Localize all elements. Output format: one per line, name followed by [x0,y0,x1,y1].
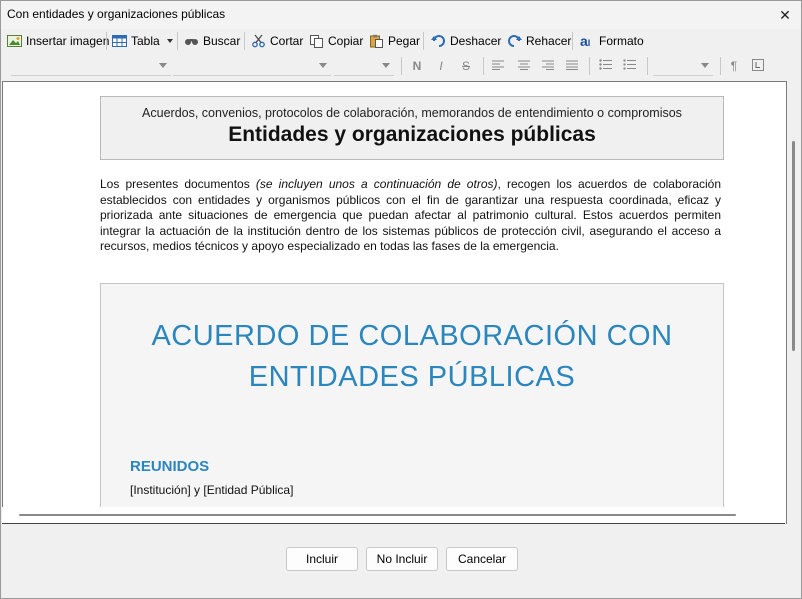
chevron-down-icon [319,63,327,68]
toolbar-separator [177,32,178,50]
intro-text: Los presentes documentos [100,177,256,191]
color-combo[interactable] [653,57,713,76]
toolbar-separator [106,32,107,50]
include-button[interactable]: Incluir [286,547,358,571]
table-label: Tabla [131,34,160,48]
dialog-window: Con entidades y organizaciones públicas … [0,0,802,599]
toolbar-separator [483,57,484,75]
cut-label: Cortar [270,34,304,48]
section-heading: REUNIDOS [130,458,210,475]
bullet-list-button[interactable] [596,57,614,75]
format-toolbar: N I S ¶ [1,54,801,78]
numbered-list-button[interactable] [620,57,638,75]
agreement-document: ACUERDO DE COLABORACIÓN CON ENTIDADES PÚ… [100,283,724,524]
font-style-combo[interactable] [173,57,331,76]
not-include-button[interactable]: No Incluir [366,547,438,571]
chevron-down-icon[interactable] [166,39,173,43]
table-icon [112,34,127,48]
insert-image-label: Insertar imagen [26,34,110,48]
italic-button[interactable]: I [432,57,450,75]
chevron-down-icon [701,63,709,68]
image-icon [7,34,22,48]
window-title: Con entidades y organizaciones públicas [7,7,226,21]
align-center-button[interactable] [515,57,533,75]
font-size-combo[interactable] [334,57,394,76]
binoculars-icon [184,34,199,48]
redo-icon [507,34,522,48]
toolbar-separator [572,32,573,50]
copy-label: Copiar [328,34,364,48]
horizontal-scrollbar[interactable] [2,507,785,524]
insert-image-button[interactable]: Insertar imagen [7,31,109,51]
format-button[interactable]: aI Formato [580,31,644,51]
align-center-icon [518,59,530,73]
align-right-icon [542,59,554,73]
main-toolbar: Insertar imagen Tabla Buscar Cortar Copi… [1,29,801,53]
agreement-title-line: ENTIDADES PÚBLICAS [248,361,576,393]
paste-label: Pegar [388,34,421,48]
undo-button[interactable]: Deshacer [431,31,501,51]
agreement-title-line: ACUERDO DE COLABORACIÓN CON [151,320,673,352]
paste-button[interactable]: Pegar [369,31,420,51]
bullet-list-icon [598,59,612,73]
clipboard-icon [369,34,384,48]
align-left-icon [492,59,504,73]
close-button[interactable]: ✕ [769,1,801,29]
format-icon: aI [580,33,591,49]
title-bar: Con entidades y organizaciones públicas … [1,1,801,29]
format-label: Formato [599,34,644,48]
intro-paragraph: Los presentes documentos (se incluyen un… [100,177,721,255]
toolbar-separator [401,57,402,75]
undo-icon [431,34,446,48]
redo-label: Rehacer [526,34,572,48]
table-button[interactable]: Tabla [112,31,173,51]
agreement-title: ACUERDO DE COLABORACIÓN CON ENTIDADES PÚ… [101,316,723,398]
align-right-button[interactable] [539,57,557,75]
undo-label: Deshacer [450,34,502,48]
scissors-icon [251,34,266,48]
close-icon: ✕ [779,6,791,23]
show-formatting-button[interactable]: ¶ [725,57,743,75]
search-button[interactable]: Buscar [184,31,240,51]
toolbar-separator [720,57,721,75]
toolbar-separator [589,57,590,75]
justify-button[interactable] [563,57,581,75]
font-family-combo[interactable] [11,57,171,76]
bold-button[interactable]: N [408,57,426,75]
redo-button[interactable]: Rehacer [507,31,571,51]
document-editor[interactable]: Acuerdos, convenios, protocolos de colab… [2,81,787,524]
ruler-icon [752,58,764,74]
chevron-down-icon [159,63,167,68]
intro-italic-text: (se incluyen unos a continuación de otro… [255,177,498,191]
header-title: Entidades y organizaciones públicas [228,123,596,146]
copy-icon [309,34,324,48]
strikethrough-button[interactable]: S [457,57,475,75]
search-label: Buscar [203,34,241,48]
cut-button[interactable]: Cortar [251,31,303,51]
vertical-scrollbar[interactable] [787,81,800,523]
document-header: Acuerdos, convenios, protocolos de colab… [100,96,724,160]
cancel-button[interactable]: Cancelar [446,547,518,571]
ruler-button[interactable] [749,57,767,75]
parties-text: [Institución] y [Entidad Pública] [130,483,294,497]
justify-icon [566,59,578,73]
toolbar-separator [423,32,424,50]
copy-button[interactable]: Copiar [309,31,363,51]
header-subtitle: Acuerdos, convenios, protocolos de colab… [142,106,682,120]
toolbar-separator [647,57,648,75]
numbered-list-icon [623,59,636,73]
vertical-scrollbar-thumb[interactable] [792,141,795,351]
toolbar-separator [244,32,245,50]
align-left-button[interactable] [489,57,507,75]
horizontal-scrollbar-thumb[interactable] [19,514,736,516]
chevron-down-icon [382,63,390,68]
